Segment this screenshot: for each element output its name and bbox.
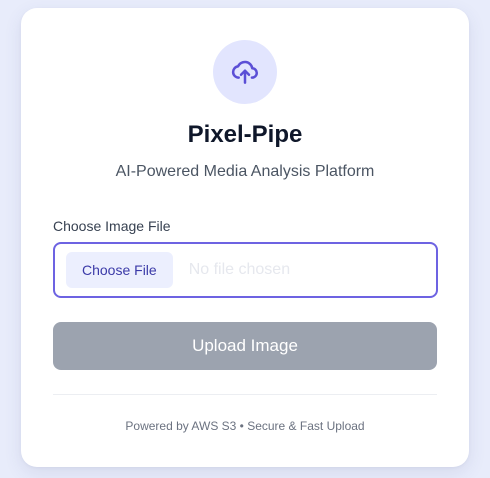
upload-card: Pixel-Pipe AI-Powered Media Analysis Pla… xyxy=(21,8,469,467)
upload-icon-badge xyxy=(213,40,277,104)
choose-file-button[interactable]: Choose File xyxy=(66,252,173,288)
cloud-upload-icon xyxy=(231,60,258,84)
app-title: Pixel-Pipe xyxy=(187,121,303,148)
footer-text: Powered by AWS S3 • Secure & Fast Upload xyxy=(125,419,365,433)
app-subtitle: AI-Powered Media Analysis Platform xyxy=(115,163,375,180)
file-status-text: No file chosen xyxy=(188,261,291,278)
file-field-label: Choose Image File xyxy=(53,218,171,234)
upload-image-button[interactable]: Upload Image xyxy=(53,322,437,370)
file-input[interactable]: Choose File No file chosen xyxy=(53,242,438,298)
divider xyxy=(53,394,437,395)
